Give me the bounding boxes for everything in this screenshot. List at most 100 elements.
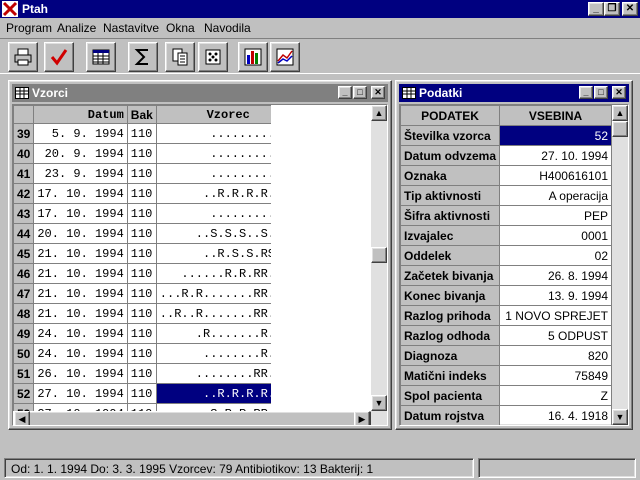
field-value[interactable]: A operacija — [499, 185, 612, 206]
table-row[interactable]: Datum rojstva 16. 4. 1918 — [400, 405, 612, 425]
table-row[interactable]: 40 20. 9. 1994 110 ...........R — [13, 143, 301, 164]
app-title-bar[interactable]: Ptah _ ❐ ✕ — [0, 0, 640, 18]
table-row[interactable]: Oznaka H400616101 — [400, 165, 612, 186]
scroll-down-icon[interactable]: ▼ — [612, 409, 628, 425]
field-value[interactable]: 26. 8. 1994 — [499, 265, 612, 286]
row-bak: 110 — [126, 303, 157, 324]
field-value[interactable]: H400616101 — [499, 165, 612, 186]
sigma-button[interactable] — [128, 42, 158, 72]
table-row[interactable]: Številka vzorca 52 — [400, 125, 612, 146]
field-value[interactable]: 27. 10. 1994 — [499, 145, 612, 166]
field-value[interactable]: 75849 — [499, 365, 612, 386]
row-id: 49 — [13, 323, 35, 344]
row-bak: 110 — [126, 243, 157, 264]
check-button[interactable] — [44, 42, 74, 72]
menu-program[interactable]: Program — [6, 21, 52, 35]
scroll-right-icon[interactable]: ▶ — [354, 411, 370, 425]
field-label: Razlog prihoda — [400, 305, 501, 326]
table-row[interactable]: Oddelek 02 — [400, 245, 612, 266]
close-button[interactable]: ✕ — [622, 2, 638, 16]
vzorci-scrollbar[interactable]: ▲ ▼ — [371, 105, 387, 425]
field-value[interactable]: 13. 9. 1994 — [499, 285, 612, 306]
field-value[interactable]: Z — [499, 385, 612, 406]
podatki-window[interactable]: Podatki _ □ ✕ PODATEK VSEBINA Številka v… — [395, 80, 633, 430]
table-row[interactable]: Začetek bivanja 26. 8. 1994 — [400, 265, 612, 286]
table-row[interactable]: Spol pacienta Z — [400, 385, 612, 406]
vzorci-window[interactable]: Vzorci _ □ ✕ Datum Bak Vzorec 39 5. 9. 19… — [8, 80, 392, 430]
vzorci-close-button[interactable]: ✕ — [371, 86, 385, 99]
field-value[interactable]: 1 NOVO SPREJET — [499, 305, 612, 326]
table-row[interactable]: Razlog odhoda 5 ODPUST — [400, 325, 612, 346]
table-row[interactable]: 48 21. 10. 1994 110 ..R..R.......RR...R — [13, 303, 301, 324]
table-row[interactable]: 46 21. 10. 1994 110 ......R.R.RR...R — [13, 263, 301, 284]
table-row[interactable]: 42 17. 10. 1994 110 ..R.R.R.R...R — [13, 183, 301, 204]
column-header-podatek[interactable]: PODATEK — [400, 105, 501, 126]
column-header-vsebina[interactable]: VSEBINA — [499, 105, 612, 126]
field-value[interactable]: PEP — [499, 205, 612, 226]
table-row[interactable]: Izvajalec 0001 — [400, 225, 612, 246]
vzorci-hscroll[interactable]: ◀ ▶ — [13, 411, 371, 425]
field-value[interactable]: 52 — [499, 125, 612, 146]
table-row[interactable]: 41 23. 9. 1994 110 ...........R — [13, 163, 301, 184]
vzorci-title: Vzorci — [32, 86, 69, 100]
row-bak: 110 — [126, 123, 157, 144]
documents-button[interactable] — [165, 42, 195, 72]
podatki-scrollbar[interactable]: ▲ ▼ — [612, 105, 628, 425]
table-row[interactable]: 45 21. 10. 1994 110 ..R.S.S.RS..R — [13, 243, 301, 264]
table-row[interactable]: Šifra aktivnosti PEP — [400, 205, 612, 226]
field-value[interactable]: 16. 4. 1918 — [499, 405, 612, 425]
line-chart-button[interactable] — [270, 42, 300, 72]
vzorci-title-bar[interactable]: Vzorci _ □ ✕ — [12, 84, 388, 102]
status-bar: Od: 1. 1. 1994 Do: 3. 3. 1995 Vzorcev: 7… — [0, 456, 640, 480]
dice-button[interactable] — [198, 42, 228, 72]
bar-chart-button[interactable] — [238, 42, 268, 72]
scroll-thumb[interactable] — [371, 247, 387, 263]
table-row[interactable]: Razlog prihoda 1 NOVO SPREJET — [400, 305, 612, 326]
row-id: 40 — [13, 143, 35, 164]
row-bak: 110 — [126, 343, 157, 364]
podatki-maximize-button[interactable]: □ — [594, 86, 608, 99]
app-title: Ptah — [22, 2, 49, 16]
restore-button[interactable]: ❐ — [604, 2, 620, 16]
print-button[interactable] — [8, 42, 38, 72]
table-row[interactable]: 52 27. 10. 1994 110 ..R.R.R.R...R — [13, 383, 301, 404]
menu-analize[interactable]: Analize — [57, 21, 96, 35]
menu-nastavitve[interactable]: Nastavitve — [103, 21, 159, 35]
table-row[interactable]: Matični indeks 75849 — [400, 365, 612, 386]
scroll-up-icon[interactable]: ▲ — [612, 105, 628, 121]
table-row[interactable]: 43 17. 10. 1994 110 ...........R — [13, 203, 301, 224]
table-row[interactable]: 50 24. 10. 1994 110 ........R...R — [13, 343, 301, 364]
field-label: Razlog odhoda — [400, 325, 501, 346]
scroll-thumb[interactable] — [612, 121, 628, 137]
table-icon — [15, 87, 29, 99]
vzorci-maximize-button[interactable]: □ — [353, 86, 367, 99]
field-label: Začetek bivanja — [400, 265, 501, 286]
scroll-left-icon[interactable]: ◀ — [14, 411, 30, 425]
column-header-datum[interactable]: Datum — [33, 105, 128, 124]
table-row[interactable]: Diagnoza 820 — [400, 345, 612, 366]
table-row[interactable]: 49 24. 10. 1994 110 .R.......R...R — [13, 323, 301, 344]
table-row[interactable]: 47 21. 10. 1994 110 ...R.R.......RR...R — [13, 283, 301, 304]
table-row[interactable]: 44 20. 10. 1994 110 ..S.S.S..S...S — [13, 223, 301, 244]
table-row[interactable]: Konec bivanja 13. 9. 1994 — [400, 285, 612, 306]
field-value[interactable]: 02 — [499, 245, 612, 266]
table-button[interactable] — [86, 42, 116, 72]
field-value[interactable]: 0001 — [499, 225, 612, 246]
field-value[interactable]: 5 ODPUST — [499, 325, 612, 346]
menu-navodila[interactable]: Navodila — [204, 21, 251, 35]
vzorci-minimize-button[interactable]: _ — [338, 86, 352, 99]
menu-okna[interactable]: Okna — [166, 21, 195, 35]
table-row[interactable]: Tip aktivnosti A operacija — [400, 185, 612, 206]
scroll-up-icon[interactable]: ▲ — [371, 105, 387, 121]
podatki-close-button[interactable]: ✕ — [612, 86, 626, 99]
table-row[interactable]: Datum odvzema 27. 10. 1994 — [400, 145, 612, 166]
scroll-down-icon[interactable]: ▼ — [371, 395, 387, 411]
minimize-button[interactable]: _ — [588, 2, 604, 16]
podatki-minimize-button[interactable]: _ — [579, 86, 593, 99]
table-row[interactable]: 39 5. 9. 1994 110 ...........R — [13, 123, 301, 144]
row-id: 43 — [13, 203, 35, 224]
table-row[interactable]: 51 26. 10. 1994 110 ........RR...R — [13, 363, 301, 384]
podatki-title-bar[interactable]: Podatki _ □ ✕ — [399, 84, 629, 102]
field-value[interactable]: 820 — [499, 345, 612, 366]
column-header-bak[interactable]: Bak — [126, 105, 157, 124]
